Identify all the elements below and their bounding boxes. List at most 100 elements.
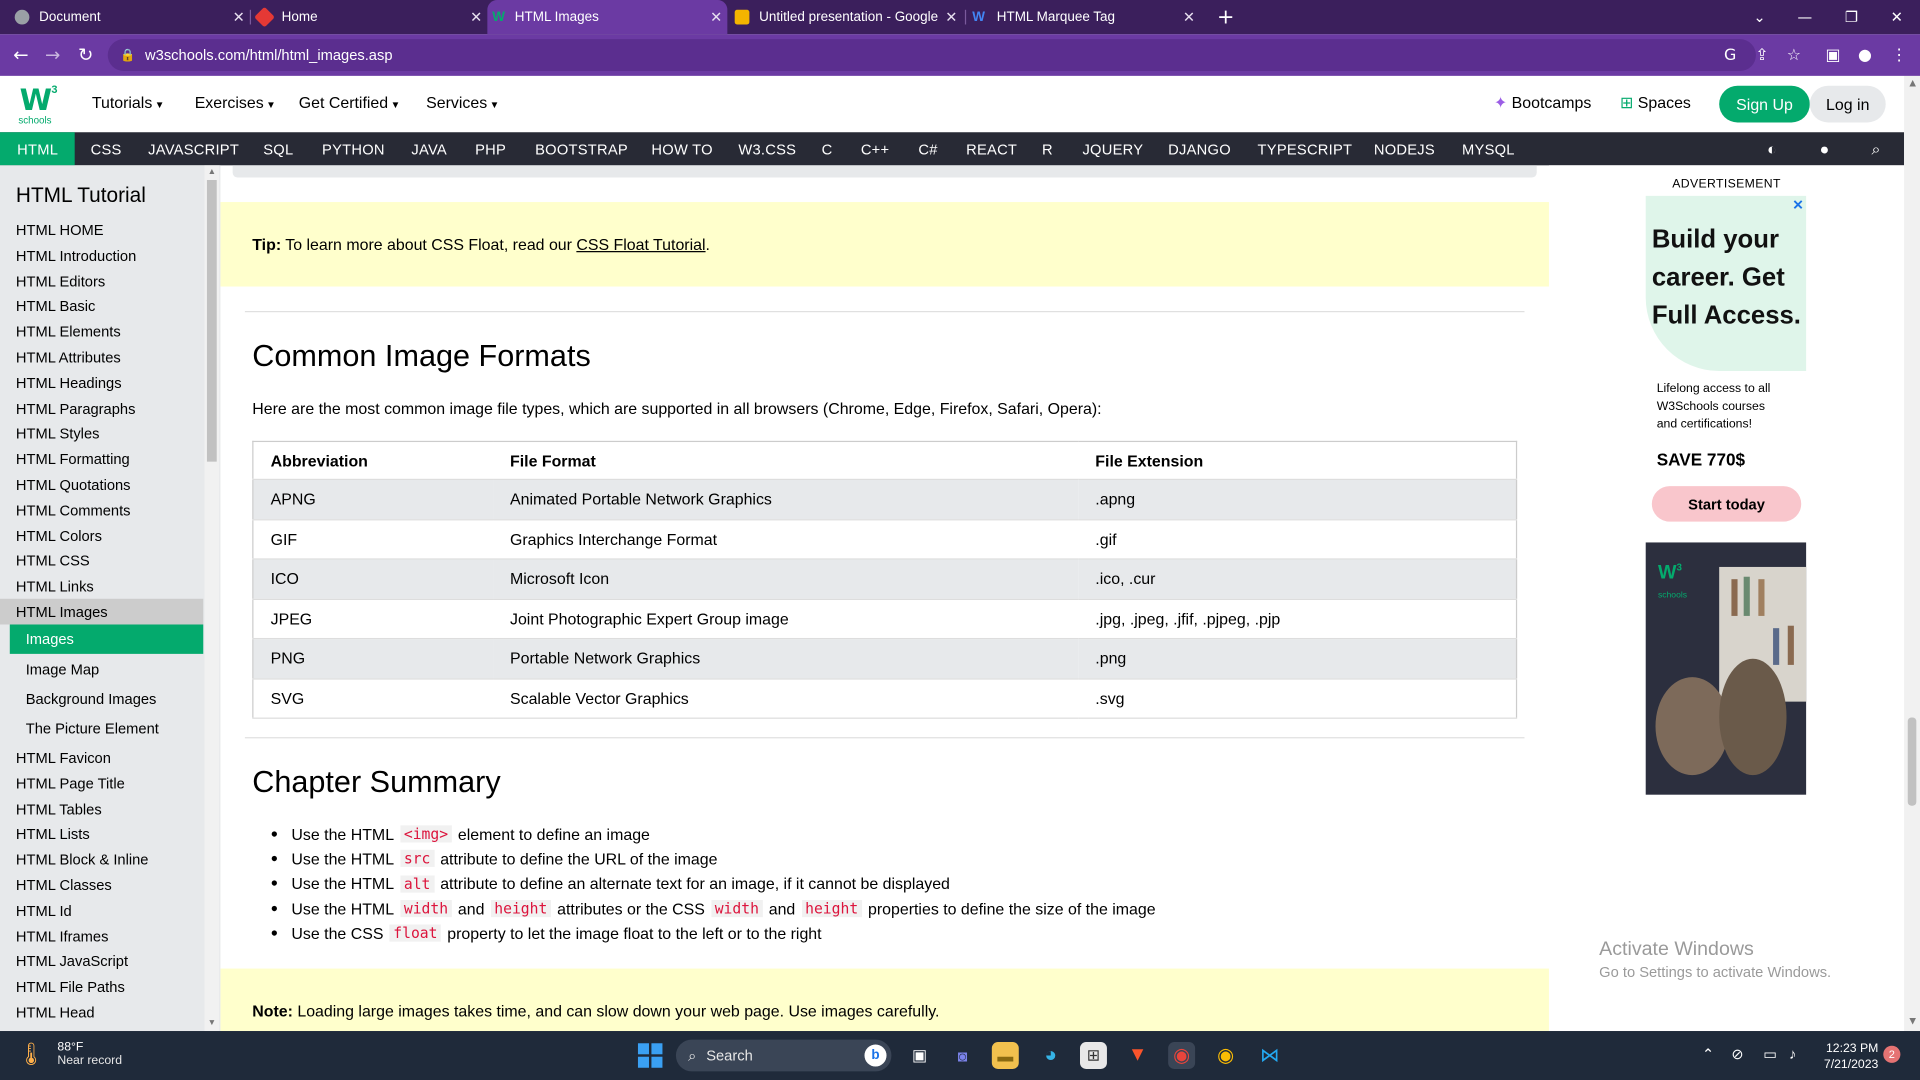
sidebar-item[interactable]: HTML Formatting xyxy=(0,446,203,472)
sidebar-item[interactable]: HTML Colors xyxy=(0,523,203,549)
close-tab-icon[interactable]: ✕ xyxy=(465,9,487,26)
w3schools-logo[interactable]: W 3 schools xyxy=(17,83,61,127)
weather-widget[interactable]: 🌡 88°F Near record xyxy=(17,1041,122,1068)
globe-icon[interactable]: ● xyxy=(1812,132,1836,165)
nav-csharp[interactable]: C# xyxy=(918,132,937,165)
nav-sql[interactable]: SQL xyxy=(263,132,293,165)
chrome-profile-icon[interactable]: ◉ xyxy=(1168,1042,1196,1069)
side-panel-icon[interactable]: ▣ xyxy=(1820,34,1847,76)
sidebar-item[interactable]: HTML HOME xyxy=(0,217,203,243)
sidebar-item[interactable]: HTML Quotations xyxy=(0,471,203,497)
minimize-icon[interactable]: — xyxy=(1782,0,1829,34)
nav-html[interactable]: HTML xyxy=(0,132,76,166)
nav-jquery[interactable]: JQUERY xyxy=(1082,132,1143,165)
sidebar-item[interactable]: HTML Comments xyxy=(0,497,203,523)
sidebar-item[interactable]: HTML Block & Inline xyxy=(0,846,203,872)
nav-c[interactable]: C xyxy=(822,132,833,165)
start-today-button[interactable]: Start today xyxy=(1651,486,1802,522)
show-hidden-icons-icon[interactable]: ⌃ xyxy=(1702,1046,1714,1063)
nav-bootstrap[interactable]: BOOTSTRAP xyxy=(535,132,628,165)
browser-tab[interactable]: Home ✕ xyxy=(252,0,487,34)
scroll-down-arrow-icon[interactable]: ▼ xyxy=(207,1019,217,1029)
page-scroll-thumb[interactable] xyxy=(1907,717,1917,806)
sidebar-item[interactable]: HTML Head xyxy=(0,999,203,1025)
sidebar-item[interactable]: HTML Paragraphs xyxy=(0,396,203,422)
close-tab-icon[interactable]: ✕ xyxy=(1178,9,1200,26)
browser-tab[interactable]: Untitled presentation - Google Sl ✕ xyxy=(730,0,963,34)
ad-banner[interactable]: ✕ Build your career. Get Full Access. xyxy=(1645,195,1807,372)
sidebar-item[interactable]: HTML Lists xyxy=(0,820,203,846)
sidebar-item-html-images[interactable]: HTML Images xyxy=(0,598,204,625)
sidebar-item[interactable]: HTML Id xyxy=(0,898,203,924)
exercises-menu[interactable]: Exercises ▼ xyxy=(195,93,276,111)
browser-menu-icon[interactable]: ⋮ xyxy=(1886,34,1913,76)
taskbar-search[interactable]: ⌕ Search b xyxy=(675,1039,892,1072)
notification-badge[interactable]: 2 xyxy=(1883,1045,1901,1063)
nav-typescript[interactable]: TYPESCRIPT xyxy=(1258,132,1353,165)
sidebar-item[interactable]: HTML Page Title xyxy=(0,770,203,796)
sidebar-subitem-background-images[interactable]: Background Images xyxy=(10,684,203,713)
scroll-up-arrow-icon[interactable]: ▲ xyxy=(207,168,217,178)
display-icon[interactable]: ▭ xyxy=(1763,1046,1777,1063)
sidebar-item[interactable]: HTML Elements xyxy=(0,318,203,344)
chrome-icon[interactable]: ◉ xyxy=(1212,1042,1239,1069)
teams-chat-icon[interactable]: ◙ xyxy=(949,1042,976,1069)
nav-java[interactable]: JAVA xyxy=(411,132,447,165)
ad-close-icon[interactable]: ✕ xyxy=(1792,197,1803,213)
clock[interactable]: 12:23 PM 7/21/2023 xyxy=(1812,1041,1878,1073)
close-window-icon[interactable]: ✕ xyxy=(1873,0,1920,34)
sidebar-item[interactable]: HTML CSS xyxy=(0,547,203,573)
google-lens-icon[interactable]: G xyxy=(1717,34,1744,76)
scroll-down-arrow-icon[interactable]: ▼ xyxy=(1908,1016,1918,1026)
search-icon[interactable]: ⌕ xyxy=(1864,132,1888,165)
forward-icon[interactable]: → xyxy=(37,34,69,76)
network-off-icon[interactable]: ⊘ xyxy=(1731,1046,1743,1063)
profile-avatar-icon[interactable]: ● xyxy=(1851,34,1878,76)
nav-how-to[interactable]: HOW TO xyxy=(651,132,712,165)
nav-javascript[interactable]: JAVASCRIPT xyxy=(148,132,239,165)
sidebar-subitem-picture-element[interactable]: The Picture Element xyxy=(10,714,203,743)
browser-tab[interactable]: W HTML Marquee Tag ✕ xyxy=(967,0,1200,34)
sidebar-item[interactable]: HTML Styles xyxy=(0,420,203,446)
sidebar-scroll-thumb[interactable] xyxy=(206,180,217,462)
services-menu[interactable]: Services ▼ xyxy=(426,93,499,111)
vscode-icon[interactable]: ⋈ xyxy=(1256,1042,1283,1069)
sidebar-item[interactable]: HTML Editors xyxy=(0,268,203,294)
sign-up-button[interactable]: Sign Up xyxy=(1719,85,1810,123)
edge-icon[interactable]: ◕ xyxy=(1037,1042,1064,1069)
browser-tab-active[interactable]: W HTML Images ✕ xyxy=(487,0,728,35)
nav-php[interactable]: PHP xyxy=(475,132,506,165)
share-icon[interactable]: ⇪ xyxy=(1749,34,1776,76)
reload-icon[interactable]: ↻ xyxy=(70,34,102,76)
page-scrollbar[interactable]: ▲ ▼ xyxy=(1904,75,1920,1032)
windows-start-icon[interactable] xyxy=(637,1043,663,1068)
sidebar-item[interactable]: HTML Headings xyxy=(0,370,203,396)
close-tab-icon[interactable]: ✕ xyxy=(228,9,250,26)
close-tab-icon[interactable]: ✕ xyxy=(705,9,727,26)
bing-icon[interactable]: b xyxy=(864,1044,887,1067)
sidebar-item[interactable]: HTML Classes xyxy=(0,872,203,898)
bookmark-star-icon[interactable]: ☆ xyxy=(1780,34,1807,76)
sidebar-scrollbar[interactable]: ▲ ▼ xyxy=(204,165,220,1032)
sidebar-item[interactable]: HTML Iframes xyxy=(0,923,203,949)
sidebar-item[interactable]: HTML Attributes xyxy=(0,344,203,370)
nav-django[interactable]: DJANGO xyxy=(1168,132,1231,165)
sidebar-item[interactable]: HTML Favicon xyxy=(0,744,203,770)
tab-search-icon[interactable]: ⌄ xyxy=(1736,0,1783,34)
sidebar-subitem-image-map[interactable]: Image Map xyxy=(9,655,204,685)
task-view-icon[interactable]: ▣ xyxy=(906,1042,933,1069)
microsoft-store-icon[interactable]: ⊞ xyxy=(1080,1042,1107,1069)
close-tab-icon[interactable]: ✕ xyxy=(940,9,962,26)
nav-nodejs[interactable]: NODEJS xyxy=(1374,132,1435,165)
tutorials-menu[interactable]: Tutorials ▼ xyxy=(92,93,165,111)
sidebar-item[interactable]: HTML File Paths xyxy=(0,973,203,999)
sidebar-item[interactable]: HTML Basic xyxy=(0,293,203,319)
sidebar-item[interactable]: HTML JavaScript xyxy=(0,948,203,974)
sidebar-item[interactable]: HTML Links xyxy=(0,573,203,599)
url-bar[interactable]: 🔒 w3schools.com/html/html_images.asp xyxy=(107,39,1756,72)
sidebar-subitem-images[interactable]: Images xyxy=(9,624,204,654)
volume-icon[interactable]: ♪ xyxy=(1789,1046,1796,1063)
nav-react[interactable]: REACT xyxy=(966,132,1017,165)
nav-mysql[interactable]: MYSQL xyxy=(1462,132,1515,165)
sidebar-item[interactable]: HTML Tables xyxy=(0,796,203,822)
